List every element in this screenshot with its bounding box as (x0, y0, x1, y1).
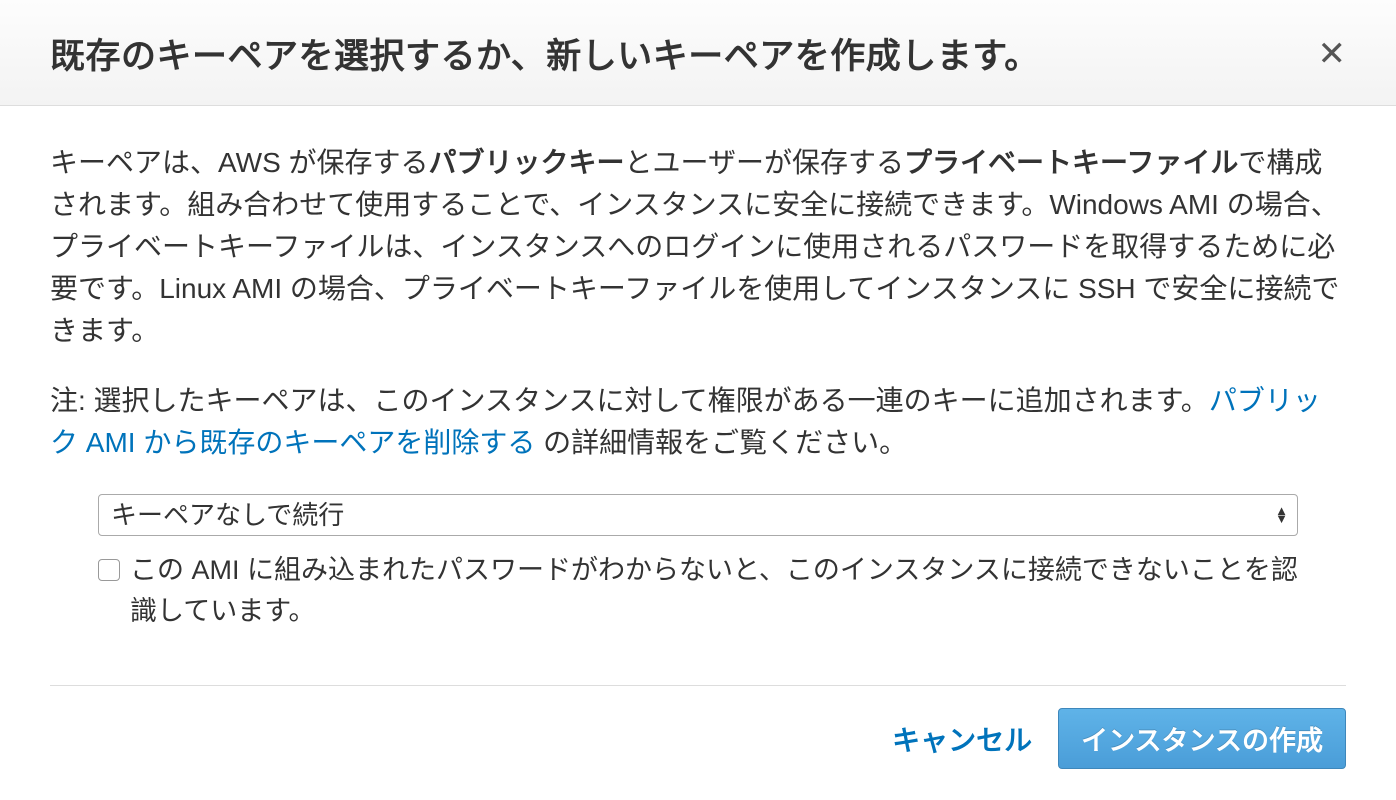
keypair-modal: 既存のキーペアを選択するか、新しいキーペアを作成します。 ✕ キーペアは、AWS… (0, 0, 1396, 800)
launch-instance-button[interactable]: インスタンスの作成 (1058, 708, 1346, 769)
keypair-description: キーペアは、AWS が保存するパブリックキーとユーザーが保存するプライベートキー… (50, 142, 1346, 352)
modal-footer: キャンセル インスタンスの作成 (50, 685, 1346, 791)
modal-title: 既存のキーペアを選択するか、新しいキーペアを作成します。 (50, 28, 1040, 79)
acknowledge-label: この AMI に組み込まれたパスワードがわからないと、このインスタンスに接続でき… (130, 550, 1298, 631)
modal-header: 既存のキーペアを選択するか、新しいキーペアを作成します。 ✕ (0, 0, 1396, 106)
desc-part1: キーペアは、AWS が保存する (50, 147, 429, 178)
note-prefix: 注: 選択したキーペアは、このインスタンスに対して権限がある一連のキーに追加され… (50, 385, 1209, 416)
modal-body: キーペアは、AWS が保存するパブリックキーとユーザーが保存するプライベートキー… (0, 106, 1396, 651)
desc-bold1: パブリックキー (429, 147, 625, 178)
cancel-button[interactable]: キャンセル (892, 719, 1032, 759)
keypair-select-wrapper: キーペアなしで続行 ▲ ▼ (98, 494, 1298, 536)
keypair-note: 注: 選択したキーペアは、このインスタンスに対して権限がある一連のキーに追加され… (50, 380, 1346, 464)
acknowledge-row: この AMI に組み込まれたパスワードがわからないと、このインスタンスに接続でき… (98, 550, 1298, 631)
acknowledge-checkbox[interactable] (98, 559, 120, 581)
form-area: キーペアなしで続行 ▲ ▼ この AMI に組み込まれたパスワードがわからないと… (50, 494, 1346, 631)
desc-bold2: プライベートキーファイル (904, 147, 1238, 178)
keypair-select[interactable]: キーペアなしで続行 (98, 494, 1298, 536)
note-suffix: の詳細情報をご覧ください。 (535, 427, 907, 458)
desc-part2: とユーザーが保存する (625, 147, 904, 178)
close-icon[interactable]: ✕ (1318, 37, 1347, 71)
